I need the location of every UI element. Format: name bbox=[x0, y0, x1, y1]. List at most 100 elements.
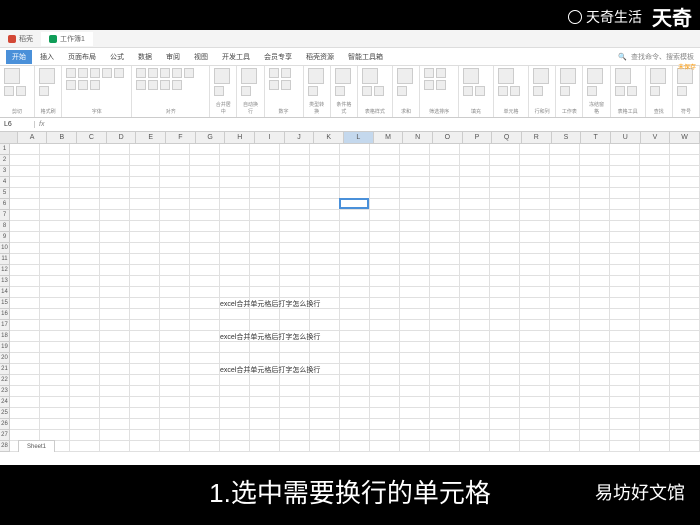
ribbon-button-icon[interactable] bbox=[397, 68, 413, 84]
cell[interactable] bbox=[370, 265, 400, 276]
cell[interactable] bbox=[460, 166, 490, 177]
cell[interactable] bbox=[460, 221, 490, 232]
cell[interactable] bbox=[640, 188, 670, 199]
cell[interactable] bbox=[160, 331, 190, 342]
cell[interactable] bbox=[550, 210, 580, 221]
cell[interactable] bbox=[490, 166, 520, 177]
cell[interactable] bbox=[70, 331, 100, 342]
cell[interactable] bbox=[220, 430, 250, 441]
column-header[interactable]: I bbox=[255, 132, 285, 143]
cell[interactable] bbox=[40, 353, 70, 364]
cell[interactable] bbox=[160, 364, 190, 375]
cell[interactable] bbox=[160, 254, 190, 265]
cell[interactable] bbox=[430, 309, 460, 320]
cell[interactable] bbox=[490, 331, 520, 342]
cell[interactable] bbox=[130, 177, 160, 188]
cell[interactable] bbox=[430, 276, 460, 287]
cell[interactable] bbox=[550, 155, 580, 166]
cell[interactable] bbox=[640, 232, 670, 243]
cell[interactable] bbox=[580, 265, 610, 276]
cell[interactable] bbox=[430, 441, 460, 452]
cell[interactable] bbox=[610, 397, 640, 408]
cell[interactable] bbox=[520, 408, 550, 419]
cell[interactable] bbox=[430, 430, 460, 441]
cell[interactable] bbox=[340, 232, 370, 243]
cell[interactable] bbox=[40, 287, 70, 298]
cell[interactable] bbox=[370, 408, 400, 419]
cell[interactable] bbox=[160, 430, 190, 441]
cell[interactable] bbox=[400, 353, 430, 364]
cell[interactable] bbox=[580, 243, 610, 254]
cell[interactable] bbox=[100, 232, 130, 243]
cell[interactable] bbox=[220, 309, 250, 320]
cell[interactable] bbox=[490, 199, 520, 210]
cell[interactable] bbox=[130, 276, 160, 287]
ribbon-button-icon[interactable] bbox=[66, 80, 76, 90]
cell[interactable] bbox=[430, 331, 460, 342]
menu-daoke[interactable]: 稻壳资源 bbox=[300, 50, 340, 64]
cell[interactable] bbox=[460, 386, 490, 397]
cell[interactable] bbox=[280, 320, 310, 331]
cell[interactable] bbox=[520, 155, 550, 166]
cell[interactable] bbox=[40, 276, 70, 287]
cell[interactable] bbox=[430, 221, 460, 232]
cell[interactable] bbox=[130, 375, 160, 386]
cell[interactable] bbox=[580, 221, 610, 232]
cell[interactable] bbox=[100, 287, 130, 298]
cell[interactable] bbox=[340, 320, 370, 331]
cell[interactable] bbox=[280, 199, 310, 210]
cell[interactable] bbox=[100, 386, 130, 397]
ribbon-button-icon[interactable] bbox=[136, 68, 146, 78]
cell[interactable] bbox=[310, 419, 340, 430]
ribbon-button-icon[interactable] bbox=[560, 86, 570, 96]
cell[interactable] bbox=[10, 144, 40, 155]
cell[interactable] bbox=[640, 441, 670, 452]
cell[interactable] bbox=[70, 166, 100, 177]
cell[interactable] bbox=[490, 221, 520, 232]
cell[interactable] bbox=[370, 243, 400, 254]
cell[interactable] bbox=[160, 265, 190, 276]
cell[interactable] bbox=[250, 166, 280, 177]
cell[interactable] bbox=[220, 441, 250, 452]
column-header[interactable]: M bbox=[374, 132, 404, 143]
cell[interactable] bbox=[220, 199, 250, 210]
cell[interactable] bbox=[520, 375, 550, 386]
cell[interactable] bbox=[550, 232, 580, 243]
select-all-corner[interactable] bbox=[0, 132, 18, 143]
cell[interactable] bbox=[220, 408, 250, 419]
cell[interactable] bbox=[670, 166, 700, 177]
cell[interactable] bbox=[40, 188, 70, 199]
cell[interactable] bbox=[70, 419, 100, 430]
cell[interactable] bbox=[40, 177, 70, 188]
cell[interactable] bbox=[190, 276, 220, 287]
cell[interactable] bbox=[40, 375, 70, 386]
ribbon-button-icon[interactable] bbox=[463, 68, 479, 84]
cell[interactable] bbox=[580, 342, 610, 353]
cell[interactable] bbox=[610, 166, 640, 177]
cell[interactable] bbox=[160, 144, 190, 155]
row-header[interactable]: 18 bbox=[0, 331, 10, 342]
cell[interactable] bbox=[250, 144, 280, 155]
cell[interactable] bbox=[100, 243, 130, 254]
cell[interactable] bbox=[190, 342, 220, 353]
cell[interactable] bbox=[400, 298, 430, 309]
cell[interactable] bbox=[460, 276, 490, 287]
cell[interactable] bbox=[310, 309, 340, 320]
grid[interactable]: ABCDEFGHIJKLMNOPQRSTUVW 1234567891011121… bbox=[0, 132, 700, 452]
cell[interactable] bbox=[100, 353, 130, 364]
cell[interactable] bbox=[400, 320, 430, 331]
cell[interactable] bbox=[130, 232, 160, 243]
cell[interactable] bbox=[370, 397, 400, 408]
cell[interactable] bbox=[280, 375, 310, 386]
cell[interactable] bbox=[10, 221, 40, 232]
cell[interactable] bbox=[670, 364, 700, 375]
column-header[interactable]: D bbox=[107, 132, 137, 143]
cell[interactable] bbox=[220, 276, 250, 287]
ribbon-button-icon[interactable] bbox=[627, 86, 637, 96]
column-header[interactable]: K bbox=[314, 132, 344, 143]
row-header[interactable]: 1 bbox=[0, 144, 10, 155]
cell[interactable] bbox=[400, 419, 430, 430]
cell[interactable] bbox=[190, 298, 220, 309]
column-header[interactable]: E bbox=[136, 132, 166, 143]
cell[interactable] bbox=[460, 441, 490, 452]
